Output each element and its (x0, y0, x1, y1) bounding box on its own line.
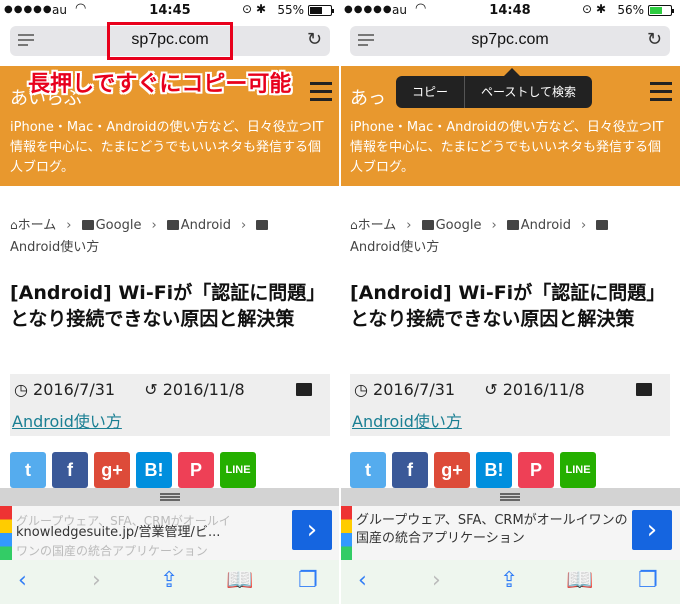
post-meta: ◷ 2016/7/31 ↺ 2016/11/8 Android使い方 (350, 374, 670, 436)
right-screenshot: ●●●●● au ◠ 14:48 ⊙ ✱ 56% sp7pc.com ↻ あっ … (340, 0, 680, 604)
ad-text[interactable]: グループウェア、SFA、CRMがオールイワンの国産の統合アプリケーション (356, 512, 628, 548)
updated-date: ↺ 2016/11/8 (484, 380, 585, 399)
ad-banner[interactable]: グループウェア、SFA、CRMがオールイ knowledgesuite.jp/営… (0, 506, 340, 560)
pocket-share-button[interactable]: P (178, 452, 214, 488)
copy-menu-item[interactable]: コピー (396, 76, 464, 108)
battery-fill (310, 7, 322, 14)
line-share-button[interactable]: LINE (560, 452, 596, 488)
url-text[interactable]: sp7pc.com (350, 31, 670, 49)
safari-toolbar: ‹ › ⇪ 📖 ❐ (0, 560, 340, 604)
site-description: iPhone・Mac・Androidの使い方など、日々役立つIT情報を中心に、た… (10, 120, 324, 175)
annotation-caption: 長押しですぐにコピー可能 (28, 72, 292, 97)
folder-icon (506, 220, 519, 230)
twitter-share-button[interactable]: t (10, 452, 46, 488)
battery-percent: 55% (277, 3, 304, 17)
folder-icon (636, 383, 652, 396)
breadcrumb-android[interactable]: Android (166, 218, 231, 233)
divider (339, 0, 341, 604)
line-share-button[interactable]: LINE (220, 452, 256, 488)
breadcrumb-home[interactable]: ⌂ホーム (350, 218, 396, 233)
folder-icon (166, 220, 179, 230)
home-icon: ⌂ (10, 218, 18, 232)
reload-icon[interactable]: ↻ (647, 29, 662, 50)
breadcrumb-android[interactable]: Android (506, 218, 571, 233)
battery-fill (650, 7, 662, 14)
folder-icon (596, 220, 609, 230)
ad-handle[interactable] (340, 488, 680, 506)
url-highlight-box (107, 22, 233, 60)
home-icon: ⌂ (350, 218, 358, 232)
ad-arrow-button[interactable]: › (292, 510, 332, 550)
ad-arrow-button[interactable]: › (632, 510, 672, 550)
grip-icon[interactable] (160, 493, 180, 501)
tabs-icon[interactable]: ❐ (298, 568, 318, 593)
safari-toolbar: ‹ › ⇪ 📖 ❐ (340, 560, 680, 604)
bookmarks-icon[interactable]: 📖 (226, 568, 253, 593)
post-meta: ◷ 2016/7/31 ↺ 2016/11/8 Android使い方 (10, 374, 330, 436)
category-link[interactable]: Android使い方 (12, 408, 122, 432)
bluetooth-icon: ✱ (255, 2, 266, 16)
category-link[interactable]: Android使い方 (352, 408, 462, 432)
battery-icon (308, 5, 334, 16)
post-title: [Android] Wi-Fiが「認証に問題」となり接続できない原因と解決策 (10, 282, 326, 330)
forward-icon[interactable]: › (432, 568, 441, 593)
status-bar: ●●●●● au ◠ 14:48 ⊙ ✱ 56% (340, 0, 680, 22)
googleplus-share-button[interactable]: g+ (94, 452, 130, 488)
breadcrumb-google[interactable]: Google (421, 218, 481, 233)
breadcrumb-google[interactable]: Google (81, 218, 141, 233)
bookmarks-icon[interactable]: 📖 (566, 568, 593, 593)
battery-icon (648, 5, 674, 16)
share-icon[interactable]: ⇪ (160, 568, 178, 593)
address-bar[interactable]: sp7pc.com ↻ (350, 26, 670, 56)
breadcrumb-android-howto[interactable]: Android使い方 (350, 240, 439, 255)
published-date: ◷ 2016/7/31 (14, 380, 116, 399)
tabs-icon[interactable]: ❐ (638, 568, 658, 593)
bluetooth-icon: ✱ (595, 2, 606, 16)
ad-faint-text-2: ワンの国産の統合アプリケーション (16, 544, 208, 558)
ad-logo-icon (340, 506, 352, 560)
menu-icon[interactable] (310, 82, 332, 101)
grip-icon[interactable] (500, 493, 520, 501)
reload-icon[interactable]: ↻ (307, 29, 322, 50)
breadcrumb: ⌂ホーム › Google › Android › Android使い方 (350, 214, 672, 259)
rotation-lock-icon: ⊙ (241, 2, 252, 16)
share-icon[interactable]: ⇪ (500, 568, 518, 593)
left-screenshot: ●●●●● au ◠ 14:45 ⊙ ✱ 55% sp7pc.com ↻ あいら… (0, 0, 340, 604)
breadcrumb-home[interactable]: ⌂ホーム (10, 218, 56, 233)
back-icon[interactable]: ‹ (358, 568, 367, 593)
published-date: ◷ 2016/7/31 (354, 380, 456, 399)
back-icon[interactable]: ‹ (18, 568, 27, 593)
forward-icon[interactable]: › (92, 568, 101, 593)
share-buttons: t f g+ B! P LINE (350, 452, 596, 488)
facebook-share-button[interactable]: f (52, 452, 88, 488)
folder-icon (81, 220, 94, 230)
folder-icon (421, 220, 434, 230)
pocket-share-button[interactable]: P (518, 452, 554, 488)
twitter-share-button[interactable]: t (350, 452, 386, 488)
folder-icon (296, 383, 312, 396)
rotation-lock-icon: ⊙ (581, 2, 592, 16)
status-bar: ●●●●● au ◠ 14:45 ⊙ ✱ 55% (0, 0, 340, 22)
ad-text[interactable]: knowledgesuite.jp/営業管理/ビ... (16, 524, 288, 542)
folder-icon (256, 220, 269, 230)
ad-banner[interactable]: グループウェア、SFA、CRMがオールイワンの国産の統合アプリケーション › (340, 506, 680, 560)
post-title: [Android] Wi-Fiが「認証に問題」となり接続できない原因と解決策 (350, 282, 666, 330)
hatena-share-button[interactable]: B! (136, 452, 172, 488)
menu-icon[interactable] (650, 82, 672, 101)
hatena-share-button[interactable]: B! (476, 452, 512, 488)
site-description: iPhone・Mac・Androidの使い方など、日々役立つIT情報を中心に、た… (350, 120, 664, 175)
ad-logo-icon (0, 506, 12, 560)
breadcrumb-android-howto[interactable]: Android使い方 (10, 240, 99, 255)
updated-date: ↺ 2016/11/8 (144, 380, 245, 399)
site-title[interactable]: あっ (350, 84, 386, 110)
breadcrumb: ⌂ホーム › Google › Android › Android使い方 (10, 214, 332, 259)
googleplus-share-button[interactable]: g+ (434, 452, 470, 488)
battery-percent: 56% (617, 3, 644, 17)
share-buttons: t f g+ B! P LINE (10, 452, 256, 488)
paste-and-search-menu-item[interactable]: ペーストして検索 (464, 76, 592, 108)
edit-menu-popup: コピー ペーストして検索 (396, 68, 593, 108)
facebook-share-button[interactable]: f (392, 452, 428, 488)
ad-handle[interactable] (0, 488, 340, 506)
